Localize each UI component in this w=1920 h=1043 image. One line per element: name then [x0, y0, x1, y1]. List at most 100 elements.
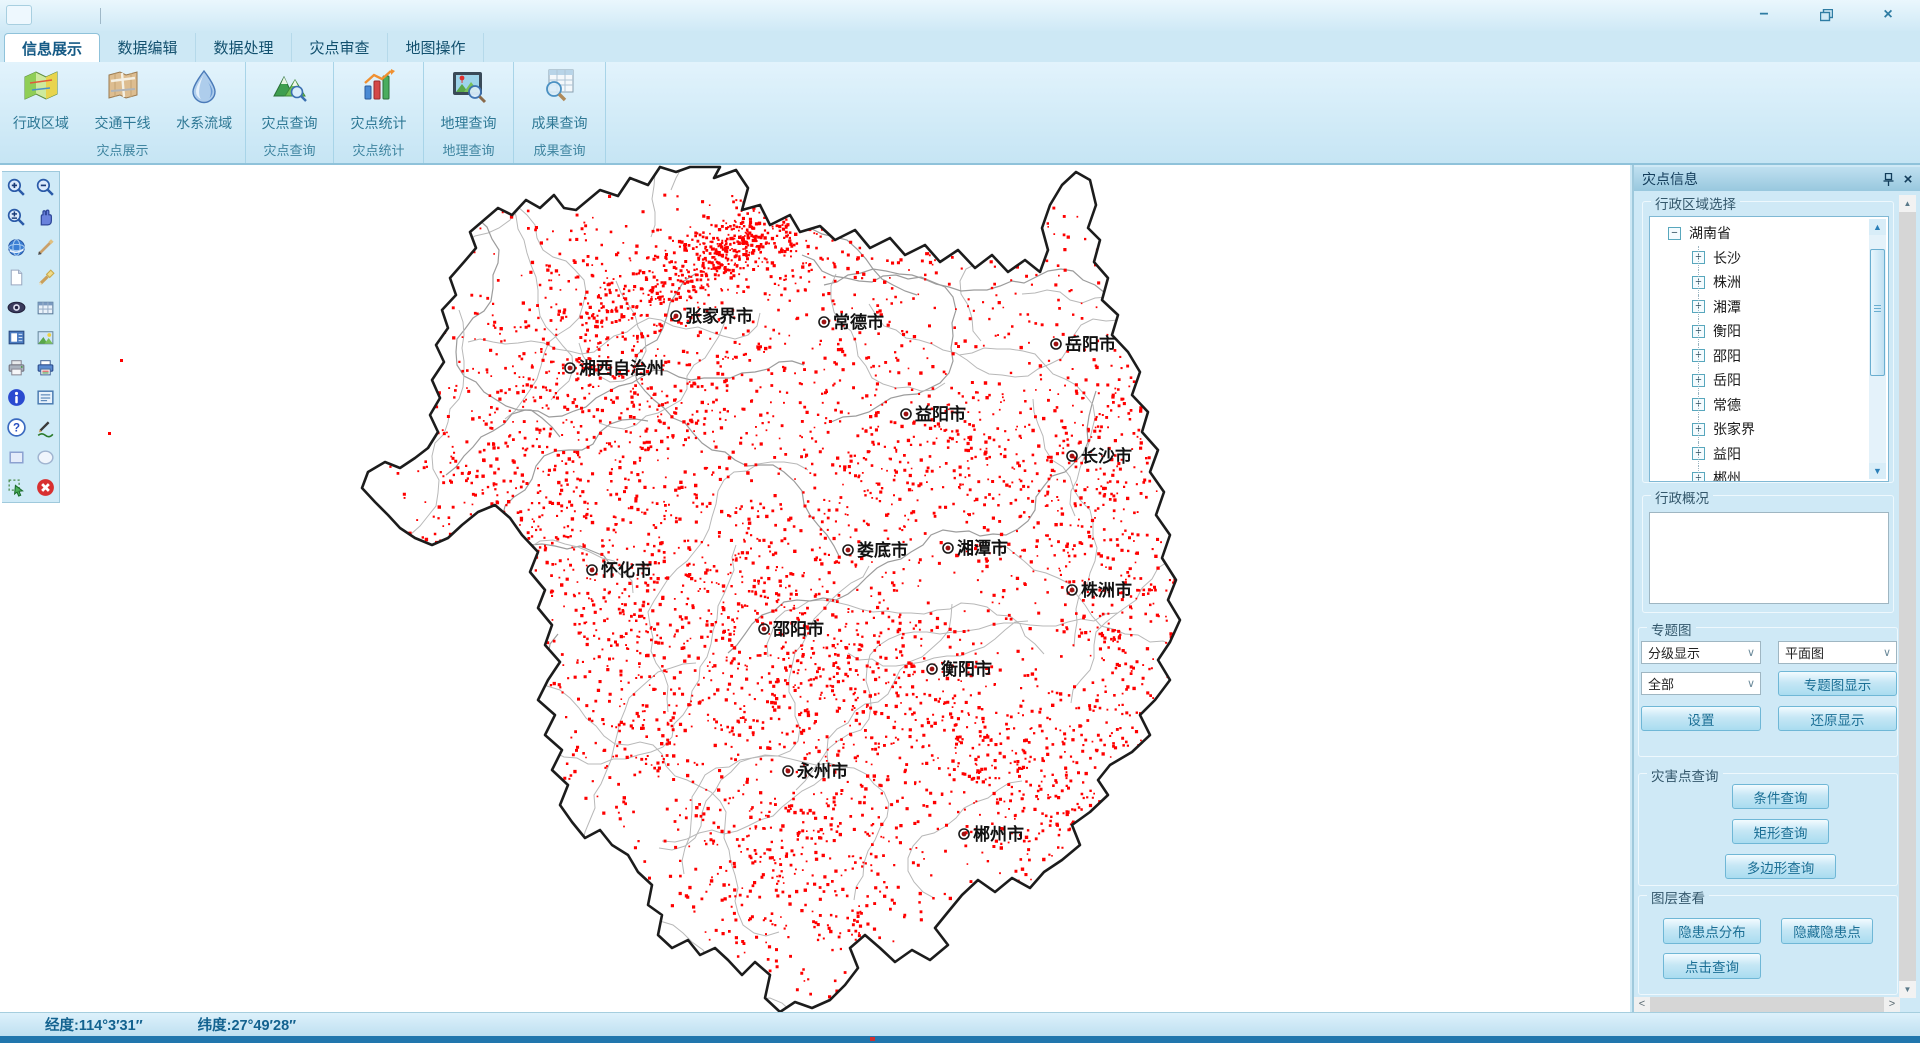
scroll-up-icon[interactable]: ▲ [1869, 219, 1886, 235]
ribbon-button-label: 交通干线 [95, 113, 151, 133]
settings-button[interactable]: 设置 [1641, 706, 1761, 731]
zoom-in-icon[interactable] [2, 172, 31, 202]
globe-icon[interactable] [2, 232, 31, 262]
text-panel-icon[interactable] [31, 382, 60, 412]
result-query-button[interactable]: 成果查询 [519, 66, 601, 138]
tree-scrollbar[interactable]: ▲ ▼ [1869, 219, 1886, 479]
grade-display-select[interactable]: 分级显示∨ [1641, 641, 1761, 664]
layer-button-2[interactable]: 隐藏隐患点 [1781, 918, 1873, 944]
clear-page-icon[interactable] [2, 262, 31, 292]
layer-button-3[interactable]: 点击查询 [1663, 953, 1761, 979]
ribbon-button-label: 地理查询 [441, 113, 497, 133]
ribbon-group-label: 灾点展示 [0, 140, 245, 159]
tree-item-邵阳[interactable]: +邵阳 [1650, 344, 1868, 369]
tree-connector [1698, 466, 1699, 482]
ribbon-group-label: 成果查询 [514, 140, 605, 159]
restore-icon[interactable] [1812, 4, 1840, 26]
title-bar: − × [0, 0, 1920, 31]
panel-close-icon[interactable]: × [1898, 169, 1918, 189]
tree-item-衡阳[interactable]: +衡阳 [1650, 319, 1868, 344]
eye-icon[interactable] [2, 292, 31, 322]
tab-3[interactable]: 数据处理 [196, 33, 292, 62]
tree-item-张家界[interactable]: +张家界 [1650, 417, 1868, 442]
quick-access-toolbar[interactable] [6, 5, 32, 25]
map-type-select[interactable]: 平面图∨ [1778, 641, 1897, 664]
scroll-down-icon[interactable]: ▼ [1869, 463, 1886, 479]
layer-button-1[interactable]: 隐患点分布 [1663, 918, 1761, 944]
image-export-icon[interactable] [31, 322, 60, 352]
zoom-window-icon[interactable] [2, 202, 31, 232]
city-label: 郴州市 [973, 824, 1024, 844]
application-window: − × 信息展示数据编辑数据处理灾点审查地图操作 行政区域 交通干线水系流域灾点展… [0, 0, 1920, 1043]
overview-textarea[interactable] [1649, 512, 1889, 604]
region-select-group: 行政区域选择 −湖南省+长沙+株洲+湘潭+衡阳+邵阳+岳阳+常德+张家界+益阳+… [1642, 201, 1894, 483]
pin-icon[interactable] [1878, 169, 1898, 189]
tab-2[interactable]: 数据编辑 [100, 33, 196, 62]
tree-item-湖南省[interactable]: −湖南省 [1650, 221, 1868, 246]
hunan-province-map[interactable]: 张家界市常德市岳阳市湘西自治州益阳市长沙市娄底市湘潭市怀化市株洲市邵阳市衡阳市永… [0, 165, 1630, 1012]
traffic-lines-button[interactable]: 交通干线 [82, 66, 164, 138]
layer-window-icon[interactable] [2, 322, 31, 352]
scroll-thumb[interactable] [1870, 249, 1885, 376]
tree-connector [1698, 393, 1699, 418]
panel-vertical-scrollbar[interactable]: ▲ ▼ [1899, 195, 1916, 998]
sketch-icon[interactable] [31, 412, 60, 442]
ribbon-group-4: 地理查询地理查询 [424, 62, 514, 163]
query-button-1[interactable]: 条件查询 [1732, 784, 1829, 809]
disaster-stats-button[interactable]: 灾点统计 [338, 66, 420, 138]
tab-5[interactable]: 地图操作 [388, 33, 484, 62]
minimize-icon[interactable]: − [1750, 4, 1778, 26]
city-label: 常德市 [833, 312, 884, 332]
print-color-icon[interactable] [31, 352, 60, 382]
chevron-down-icon: ∨ [1883, 646, 1891, 659]
rect-select-icon[interactable] [2, 442, 31, 472]
result-query-icon [542, 66, 578, 109]
scope-select[interactable]: 全部∨ [1641, 672, 1761, 695]
water-basin-button[interactable]: 水系流域 [163, 66, 245, 138]
tree-item-label: 益阳 [1713, 444, 1741, 464]
close-tool-icon[interactable] [31, 472, 60, 502]
tree-item-长沙[interactable]: +长沙 [1650, 246, 1868, 271]
ribbon-group-5: 成果查询成果查询 [514, 62, 606, 163]
pan-icon[interactable] [31, 202, 60, 232]
overview-group: 行政概况 [1642, 495, 1894, 613]
close-icon[interactable]: × [1874, 4, 1902, 26]
scroll-left-icon[interactable]: < [1634, 997, 1650, 1012]
query-button-3[interactable]: 多边形查询 [1725, 854, 1836, 879]
measure-icon[interactable] [31, 232, 60, 262]
collapse-icon[interactable]: − [1668, 227, 1681, 240]
zoom-out-icon[interactable] [31, 172, 60, 202]
admin-region-button[interactable]: 行政区域 [0, 66, 82, 138]
tree-item-湘潭[interactable]: +湘潭 [1650, 295, 1868, 320]
tree-item-郴州[interactable]: +郴州 [1650, 466, 1868, 482]
print-icon[interactable] [2, 352, 31, 382]
query-button-2[interactable]: 矩形查询 [1732, 819, 1829, 844]
tree-item-益阳[interactable]: +益阳 [1650, 442, 1868, 467]
region-tree[interactable]: −湖南省+长沙+株洲+湘潭+衡阳+邵阳+岳阳+常德+张家界+益阳+郴州 ▲ ▼ [1649, 216, 1889, 482]
pointer-select-icon[interactable] [2, 472, 31, 502]
refresh-brush-icon[interactable] [31, 262, 60, 292]
thematic-show-button[interactable]: 专题图显示 [1778, 671, 1897, 696]
tree-item-label: 邵阳 [1713, 346, 1741, 366]
disaster-query-button[interactable]: 灾点查询 [249, 66, 331, 138]
tab-4[interactable]: 灾点审查 [292, 33, 388, 62]
tree-connector [1698, 442, 1699, 467]
help-icon[interactable]: ? [2, 412, 31, 442]
city-marker-湘西自治州[interactable]: 湘西自治州 [565, 358, 664, 378]
circle-select-icon[interactable] [31, 442, 60, 472]
scroll-down-icon[interactable]: ▼ [1899, 981, 1916, 998]
scroll-up-icon[interactable]: ▲ [1899, 195, 1916, 212]
tree-item-label: 株洲 [1713, 272, 1741, 292]
map-canvas[interactable]: 张家界市常德市岳阳市湘西自治州益阳市长沙市娄底市湘潭市怀化市株洲市邵阳市衡阳市永… [0, 165, 1630, 1012]
tree-item-株洲[interactable]: +株洲 [1650, 270, 1868, 295]
panel-horizontal-scrollbar[interactable]: < > [1634, 997, 1900, 1012]
tab-1[interactable]: 信息展示 [4, 33, 100, 62]
ribbon-button-label: 行政区域 [13, 113, 69, 133]
restore-display-button[interactable]: 还原显示 [1778, 706, 1897, 731]
tree-item-岳阳[interactable]: +岳阳 [1650, 368, 1868, 393]
tree-item-常德[interactable]: +常德 [1650, 393, 1868, 418]
attribute-table-icon[interactable] [31, 292, 60, 322]
scroll-right-icon[interactable]: > [1884, 997, 1900, 1012]
identify-icon[interactable] [2, 382, 31, 412]
geo-query-button[interactable]: 地理查询 [428, 66, 510, 138]
